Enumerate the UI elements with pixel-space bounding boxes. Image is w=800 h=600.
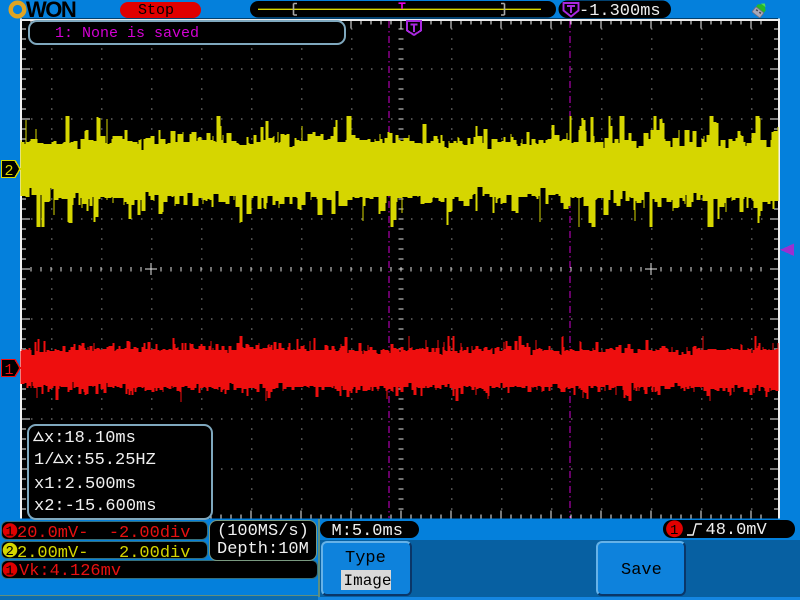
svg-text:WON: WON <box>26 0 76 20</box>
svg-text:1: 1 <box>6 525 14 541</box>
svg-text:1: 1 <box>670 523 678 539</box>
svg-text:1: 1 <box>6 564 14 580</box>
svg-text:1: 1 <box>5 362 14 379</box>
svg-text:2: 2 <box>5 163 14 180</box>
svg-text:2: 2 <box>6 544 14 560</box>
